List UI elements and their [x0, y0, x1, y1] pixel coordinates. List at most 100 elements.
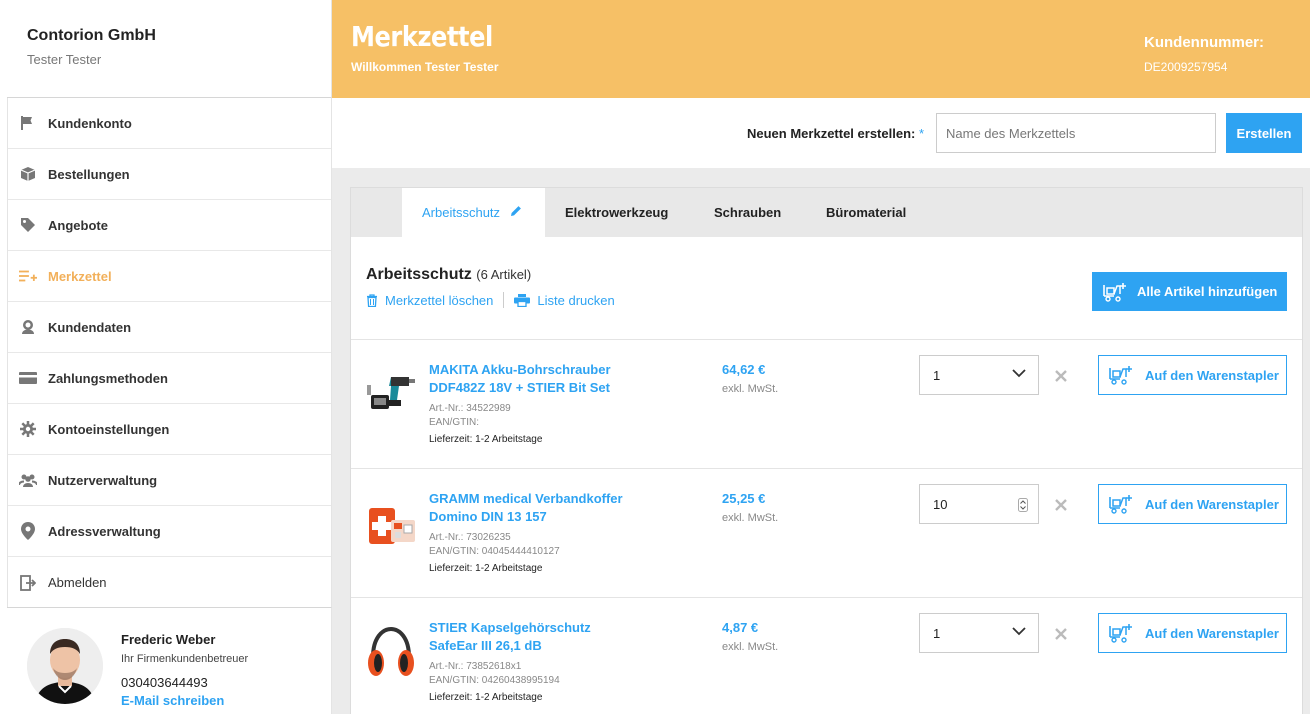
sidebar-item-kundendaten[interactable]: Kundendaten: [8, 302, 331, 353]
wishlist-name-input[interactable]: [936, 113, 1216, 153]
quantity-select[interactable]: 1: [919, 355, 1039, 395]
remove-item-button[interactable]: [1055, 498, 1069, 512]
add-to-cart-button[interactable]: Auf den Warenstapler: [1098, 613, 1287, 653]
article-number: Art.-Nr.: 34522989: [429, 403, 511, 414]
company-name: Contorion GmbH: [27, 27, 156, 44]
product-image-first-aid-kit: [365, 494, 417, 554]
sidebar-item-adressverwaltung[interactable]: Adressverwaltung: [8, 506, 331, 557]
sidebar-item-label: Kontoeinstellungen: [48, 421, 170, 437]
logout-icon: [19, 574, 37, 592]
sidebar-item-label: Merkzettel: [48, 268, 112, 284]
tab-arbeitsschutz[interactable]: Arbeitsschutz: [402, 188, 545, 237]
delete-list-button[interactable]: Merkzettel löschen: [366, 293, 493, 308]
sidebar-item-angebote[interactable]: Angebote: [8, 200, 331, 251]
user-icon: [19, 318, 37, 336]
delivery-time: Lieferzeit: 1-2 Arbeitstage: [429, 563, 543, 574]
pencil-icon[interactable]: [510, 205, 522, 220]
sidebar-item-label: Kundenkonto: [48, 115, 132, 131]
product-image-drill: [365, 365, 417, 425]
wishlist-panel: Arbeitsschutz Elektrowerkzeug Schrauben …: [350, 187, 1303, 714]
sidebar-item-zahlungsmethoden[interactable]: Zahlungsmethoden: [8, 353, 331, 404]
company-block: Contorion GmbH Tester Tester: [7, 0, 332, 98]
list-item: MAKITA Akku-Bohrschrauber DDF482Z 18V + …: [351, 339, 1302, 468]
quantity-value: 1: [933, 625, 941, 641]
product-image-ear-protection: [365, 623, 417, 683]
tab-label: Büromaterial: [826, 205, 907, 220]
tab-label: Elektrowerkzeug: [565, 205, 669, 220]
account-nav: Kundenkonto Bestellungen Angebote Merkze…: [7, 98, 332, 608]
wishlist-tabs: Arbeitsschutz Elektrowerkzeug Schrauben …: [351, 188, 1302, 237]
delete-list-label: Merkzettel löschen: [385, 292, 494, 308]
sidebar-item-label: Kundendaten: [48, 319, 132, 335]
product-meta: Art.-Nr.: 34522989 EAN/GTIN:: [429, 402, 511, 430]
ean-number: EAN/GTIN: 04260438995194: [429, 675, 560, 686]
quantity-select[interactable]: 1: [919, 613, 1039, 653]
vat-note: exkl. MwSt.: [722, 641, 779, 653]
sidebar-item-abmelden[interactable]: Abmelden: [8, 557, 331, 608]
sidebar-item-label: Zahlungsmethoden: [48, 370, 168, 386]
sidebar-item-label: Adressverwaltung: [48, 523, 161, 539]
ean-number: EAN/GTIN: 04045444410127: [429, 546, 560, 557]
trash-icon: [367, 293, 377, 307]
sidebar-item-kundenkonto[interactable]: Kundenkonto: [8, 98, 331, 149]
sidebar-item-kontoeinstellungen[interactable]: Kontoeinstellungen: [8, 404, 331, 455]
printer-icon: [514, 293, 531, 307]
ean-number: EAN/GTIN:: [429, 417, 480, 428]
article-number: Art.-Nr.: 73852618x1: [429, 661, 522, 672]
advisor-name: Frederic Weber: [121, 632, 216, 647]
add-to-cart-label: Auf den Warenstapler: [1145, 496, 1279, 512]
email-link[interactable]: E-Mail schreiben: [121, 693, 224, 708]
box-icon: [19, 165, 37, 183]
spinner-arrows-icon[interactable]: [1018, 498, 1028, 512]
tab-bueromaterial[interactable]: Büromaterial: [806, 188, 926, 237]
add-all-to-cart-button[interactable]: Alle Artikel hinzufügen: [1092, 272, 1287, 311]
sidebar-item-merkzettel[interactable]: Merkzettel: [8, 251, 331, 302]
print-list-button[interactable]: Liste drucken: [514, 292, 615, 308]
customer-number-label: Kundennummer:: [1144, 34, 1264, 51]
list-count: (6 Artikel): [476, 267, 532, 282]
add-to-cart-label: Auf den Warenstapler: [1145, 625, 1279, 641]
product-price: 4,87 €: [722, 620, 759, 635]
quantity-stepper[interactable]: 10: [919, 484, 1039, 524]
sidebar-item-nutzerverwaltung[interactable]: Nutzerverwaltung: [8, 455, 331, 506]
tab-label: Arbeitsschutz: [422, 205, 501, 220]
create-label-text: Neuen Merkzettel erstellen:: [747, 126, 916, 141]
quantity-value: 10: [933, 496, 948, 512]
page-title: Merkzettel: [351, 20, 493, 53]
advisor-card: Frederic Weber Ihr Firmenkundenbetreuer …: [7, 607, 332, 714]
remove-item-button[interactable]: [1055, 369, 1069, 383]
add-to-cart-label: Auf den Warenstapler: [1145, 367, 1279, 383]
quantity-value: 1: [933, 367, 941, 383]
remove-item-button[interactable]: [1055, 627, 1069, 641]
tab-elektrowerkzeug[interactable]: Elektrowerkzeug: [545, 188, 688, 237]
sidebar-item-bestellungen[interactable]: Bestellungen: [8, 149, 331, 200]
list-heading: Arbeitsschutz (6 Artikel): [366, 266, 531, 284]
list-item: GRAMM medical Verbandkoffer Domino DIN 1…: [351, 468, 1302, 597]
sidebar-item-label: Bestellungen: [48, 166, 130, 182]
close-icon: [1055, 370, 1067, 382]
create-button[interactable]: Erstellen: [1226, 113, 1302, 153]
gear-icon: [19, 420, 37, 438]
list-add-icon: [19, 267, 37, 285]
print-list-label: Liste drucken: [537, 292, 615, 308]
add-to-cart-button[interactable]: Auf den Warenstapler: [1098, 355, 1287, 395]
sidebar-item-label: Angebote: [48, 217, 108, 233]
chevron-down-icon: [1012, 369, 1026, 378]
create-wishlist-label: Neuen Merkzettel erstellen: *: [747, 126, 924, 141]
list-title: Arbeitsschutz: [366, 266, 472, 283]
forklift-plus-icon: [1109, 366, 1132, 385]
advisor-phone: 030403644493: [121, 675, 208, 690]
users-icon: [19, 471, 37, 489]
add-to-cart-button[interactable]: Auf den Warenstapler: [1098, 484, 1287, 524]
forklift-plus-icon: [1109, 624, 1132, 643]
product-link[interactable]: STIER Kapselgehörschutz SafeEar III 26,1…: [429, 619, 639, 655]
advisor-role: Ihr Firmenkundenbetreuer: [121, 653, 249, 665]
customer-number: DE2009257954: [1144, 60, 1228, 74]
article-number: Art.-Nr.: 73026235: [429, 532, 511, 543]
product-link[interactable]: MAKITA Akku-Bohrschrauber DDF482Z 18V + …: [429, 361, 639, 397]
tab-schrauben[interactable]: Schrauben: [694, 188, 801, 237]
forklift-plus-icon: [1103, 282, 1126, 302]
product-link[interactable]: GRAMM medical Verbandkoffer Domino DIN 1…: [429, 490, 639, 526]
sidebar-item-label: Nutzerverwaltung: [48, 472, 158, 488]
credit-card-icon: [19, 369, 37, 387]
